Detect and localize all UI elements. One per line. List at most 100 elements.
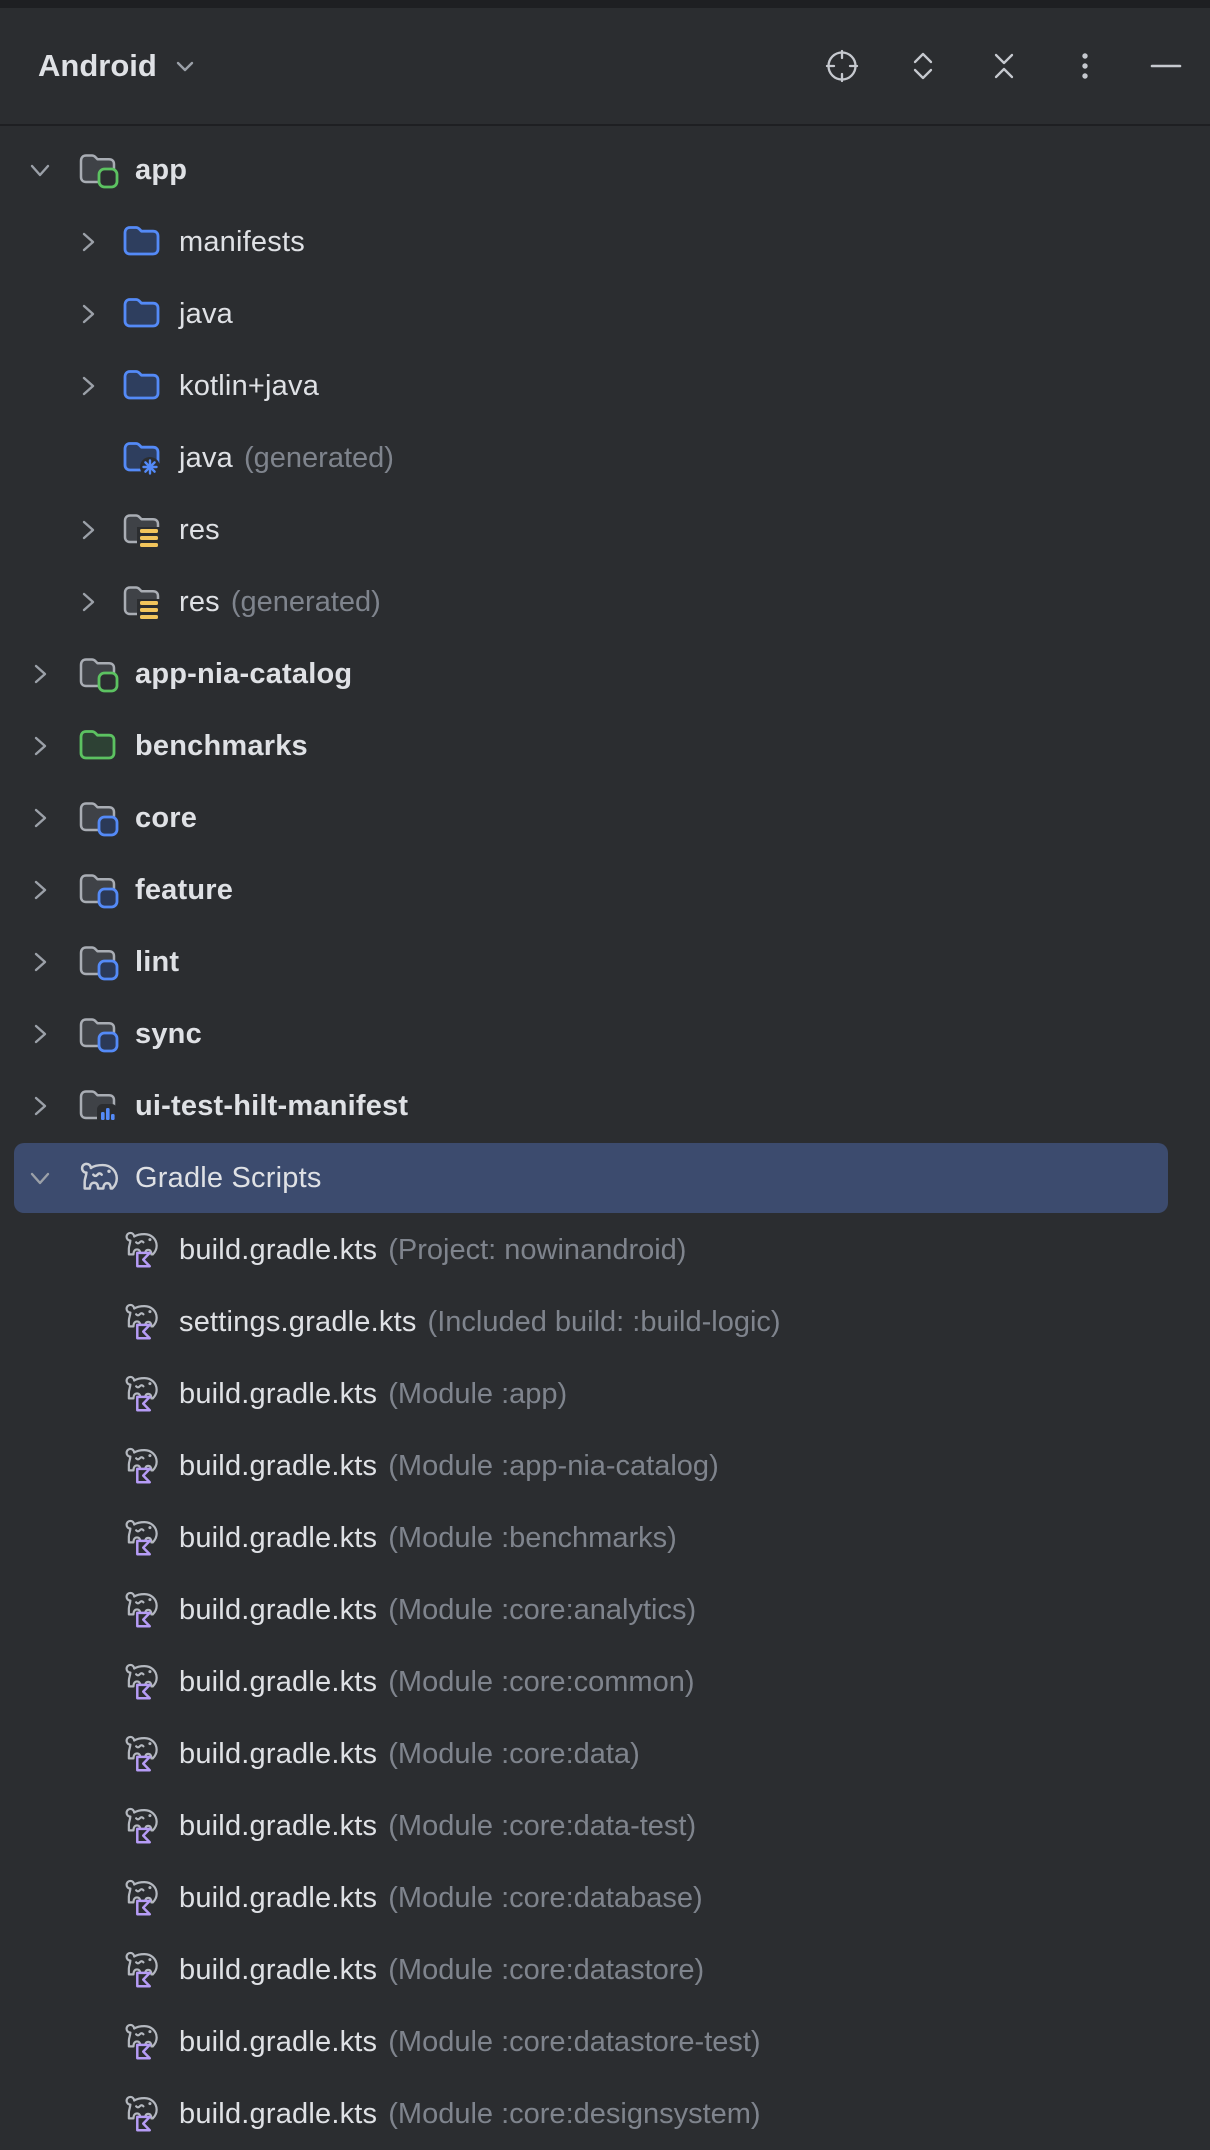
hide-panel-button[interactable]: [1148, 48, 1184, 84]
tree-indent-spacer: [71, 1881, 105, 1915]
tree-item-label: app: [135, 154, 187, 187]
tree-row-app[interactable]: app: [0, 134, 1210, 206]
tree-row-lint[interactable]: lint: [0, 926, 1210, 998]
tree-row-app-nia-catalog[interactable]: app-nia-catalog: [0, 638, 1210, 710]
hide-icon: [1148, 48, 1184, 84]
tree-indent-spacer: [71, 441, 105, 475]
tree-item-label: build.gradle.kts: [179, 1522, 377, 1555]
tree-item-label: java: [179, 298, 233, 331]
tree-toggle-chevron-icon[interactable]: [71, 369, 105, 403]
tree-item-label: res: [179, 586, 220, 619]
tree-toggle-chevron-icon[interactable]: [71, 225, 105, 259]
module-blue-icon: [77, 795, 123, 841]
tree-item-label: build.gradle.kts: [179, 1666, 377, 1699]
module-green-icon: [77, 651, 123, 697]
tree-item-label: build.gradle.kts: [179, 1594, 377, 1627]
tree-indent-spacer: [71, 1737, 105, 1771]
tree-row-build-gradle-kts-module-core-analytics[interactable]: build.gradle.kts (Module :core:analytics…: [0, 1574, 1210, 1646]
tree-toggle-chevron-icon[interactable]: [23, 873, 57, 907]
project-tree: app manifests java kotlin+java: [0, 126, 1210, 2150]
tree-row-build-gradle-kts-project-nowinandroid[interactable]: build.gradle.kts (Project: nowinandroid): [0, 1214, 1210, 1286]
tree-item-qualifier: (generated): [231, 586, 381, 619]
tree-item-qualifier: (Module :core:datastore): [388, 1954, 704, 1987]
tree-row-res[interactable]: res: [0, 494, 1210, 566]
tree-toggle-chevron-icon[interactable]: [23, 1089, 57, 1123]
tree-toggle-chevron-icon[interactable]: [23, 153, 57, 187]
tree-row-sync[interactable]: sync: [0, 998, 1210, 1070]
tree-row-core[interactable]: core: [0, 782, 1210, 854]
tree-indent-spacer: [71, 1233, 105, 1267]
tree-item-label: build.gradle.kts: [179, 1378, 377, 1411]
tree-item-label: build.gradle.kts: [179, 1738, 377, 1771]
tree-toggle-chevron-icon[interactable]: [71, 513, 105, 547]
tree-item-label: benchmarks: [135, 730, 308, 763]
tree-item-label: build.gradle.kts: [179, 2026, 377, 2059]
tree-indent-spacer: [71, 2025, 105, 2059]
expand-all-button[interactable]: [905, 48, 941, 84]
tree-item-label: build.gradle.kts: [179, 1954, 377, 1987]
tree-row-build-gradle-kts-module-benchmarks[interactable]: build.gradle.kts (Module :benchmarks): [0, 1502, 1210, 1574]
tree-row-ui-test-hilt-manifest[interactable]: ui-test-hilt-manifest: [0, 1070, 1210, 1142]
tree-indent-spacer: [71, 1953, 105, 1987]
tree-row-java-generated[interactable]: java (generated): [0, 422, 1210, 494]
tree-row-build-gradle-kts-module-core-datastore[interactable]: build.gradle.kts (Module :core:datastore…: [0, 1934, 1210, 2006]
tree-indent-spacer: [71, 1593, 105, 1627]
tree-toggle-chevron-icon[interactable]: [71, 585, 105, 619]
locate-file-button[interactable]: [824, 48, 860, 84]
folder-res-icon: [121, 507, 167, 553]
tree-item-label: app-nia-catalog: [135, 658, 352, 691]
tree-toggle-chevron-icon[interactable]: [23, 945, 57, 979]
tree-row-build-gradle-kts-module-core-common[interactable]: build.gradle.kts (Module :core:common): [0, 1646, 1210, 1718]
tree-toggle-chevron-icon[interactable]: [23, 1017, 57, 1051]
tree-row-build-gradle-kts-module-core-datastore-test[interactable]: build.gradle.kts (Module :core:datastore…: [0, 2006, 1210, 2078]
tree-toggle-chevron-icon[interactable]: [23, 1161, 57, 1195]
tree-row-build-gradle-kts-module-app[interactable]: build.gradle.kts (Module :app): [0, 1358, 1210, 1430]
tree-row-build-gradle-kts-module-core-data[interactable]: build.gradle.kts (Module :core:data): [0, 1718, 1210, 1790]
tree-toggle-chevron-icon[interactable]: [71, 297, 105, 331]
tree-item-label: kotlin+java: [179, 370, 319, 403]
tree-row-build-gradle-kts-module-core-designsystem[interactable]: build.gradle.kts (Module :core:designsys…: [0, 2078, 1210, 2150]
tree-row-benchmarks[interactable]: benchmarks: [0, 710, 1210, 782]
tree-indent-spacer: [71, 1665, 105, 1699]
tree-item-label: build.gradle.kts: [179, 1450, 377, 1483]
tree-row-kotlin-java[interactable]: kotlin+java: [0, 350, 1210, 422]
tree-row-build-gradle-kts-module-core-data-test[interactable]: build.gradle.kts (Module :core:data-test…: [0, 1790, 1210, 1862]
tree-item-qualifier: (Module :benchmarks): [388, 1522, 677, 1555]
more-options-button[interactable]: [1067, 48, 1103, 84]
gradle-kts-icon: [121, 1443, 167, 1489]
tree-toggle-chevron-icon[interactable]: [23, 729, 57, 763]
tree-row-settings-gradle-kts-included-build-build-logic[interactable]: settings.gradle.kts (Included build: :bu…: [0, 1286, 1210, 1358]
gradle-kts-icon: [121, 1299, 167, 1345]
tree-row-build-gradle-kts-module-app-nia-catalog[interactable]: build.gradle.kts (Module :app-nia-catalo…: [0, 1430, 1210, 1502]
tree-item-qualifier: (Module :core:database): [388, 1882, 702, 1915]
module-blue-icon: [77, 939, 123, 985]
tree-indent-spacer: [71, 1521, 105, 1555]
tree-item-label: manifests: [179, 226, 305, 259]
collapse-all-icon: [986, 48, 1022, 84]
tree-row-build-gradle-kts-module-core-database[interactable]: build.gradle.kts (Module :core:database): [0, 1862, 1210, 1934]
tree-item-label: settings.gradle.kts: [179, 1306, 417, 1339]
tree-toggle-chevron-icon[interactable]: [23, 657, 57, 691]
tree-row-res-generated[interactable]: res (generated): [0, 566, 1210, 638]
tree-item-label: lint: [135, 946, 179, 979]
project-view-switcher[interactable]: Android: [38, 48, 197, 84]
tree-row-manifests[interactable]: manifests: [0, 206, 1210, 278]
tree-row-gradle-scripts[interactable]: Gradle Scripts: [0, 1142, 1210, 1214]
tree-item-qualifier: (Module :app): [388, 1378, 567, 1411]
module-green-icon: [77, 147, 123, 193]
tree-item-label: feature: [135, 874, 233, 907]
tree-item-qualifier: (generated): [244, 442, 394, 475]
gradle-icon: [77, 1155, 123, 1201]
collapse-all-button[interactable]: [986, 48, 1022, 84]
gradle-kts-icon: [121, 1803, 167, 1849]
tree-toggle-chevron-icon[interactable]: [23, 801, 57, 835]
folder-generated-icon: [121, 435, 167, 481]
tree-item-label: sync: [135, 1018, 202, 1051]
gradle-kts-icon: [121, 1731, 167, 1777]
view-title: Android: [38, 48, 157, 84]
module-blue-icon: [77, 867, 123, 913]
tree-row-feature[interactable]: feature: [0, 854, 1210, 926]
gradle-kts-icon: [121, 2091, 167, 2137]
panel-top-border: [0, 0, 1210, 8]
tree-row-java[interactable]: java: [0, 278, 1210, 350]
